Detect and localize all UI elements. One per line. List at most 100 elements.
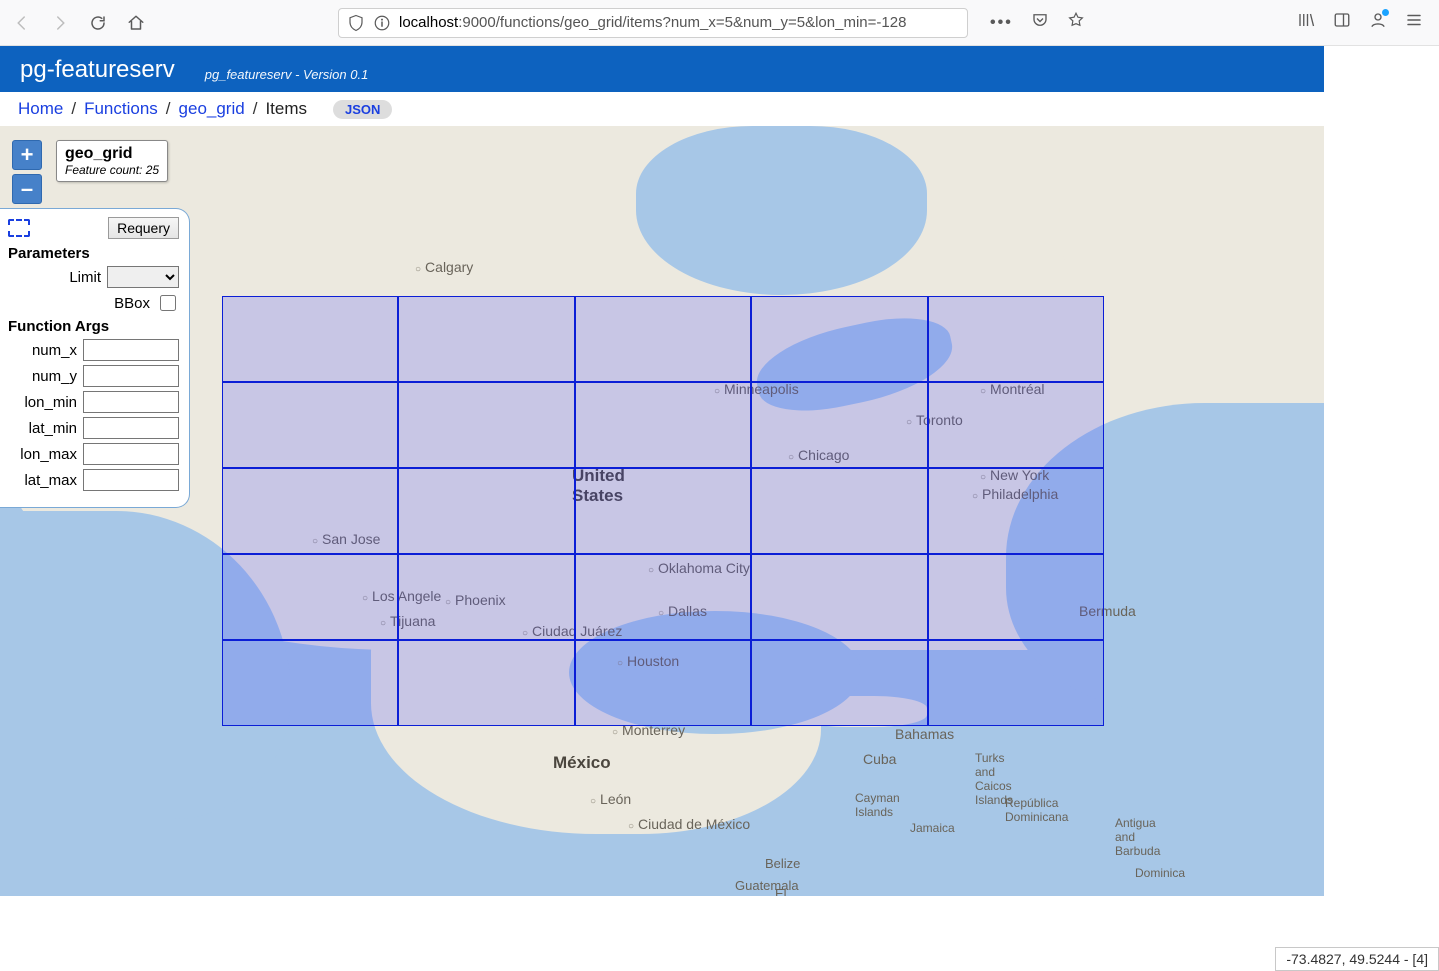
params-panel: Requery Parameters Limit BBox Function A…	[0, 208, 190, 508]
grid-cell[interactable]	[398, 640, 574, 726]
city-label: Calgary	[415, 259, 473, 275]
app-header: pg-featureserv pg_featureserv - Version …	[0, 46, 1439, 92]
layer-info-box: geo_grid Feature count: 25	[56, 140, 168, 182]
sidebar-icon[interactable]	[1333, 11, 1351, 34]
crumb-functions[interactable]: Functions	[84, 99, 158, 119]
grid-cell[interactable]	[751, 382, 927, 468]
arg-input-lon_max[interactable]	[83, 443, 179, 465]
right-margin	[1324, 46, 1439, 971]
city-label: Belize	[765, 856, 800, 871]
browser-toolbar: localhost:9000/functions/geo_grid/items?…	[0, 0, 1439, 46]
arg-input-lat_min[interactable]	[83, 417, 179, 439]
site-info-icon[interactable]	[373, 14, 391, 32]
grid-cell[interactable]	[398, 468, 574, 554]
crumb-current: Items	[265, 99, 307, 119]
grid-cell[interactable]	[398, 554, 574, 640]
grid-cell[interactable]	[928, 296, 1104, 382]
arg-input-lat_max[interactable]	[83, 469, 179, 491]
country-label: México	[553, 753, 611, 773]
arg-label-num_x: num_x	[32, 342, 77, 359]
grid-cell[interactable]	[575, 296, 751, 382]
arg-input-num_y[interactable]	[83, 365, 179, 387]
limit-label: Limit	[69, 269, 101, 286]
pocket-icon[interactable]	[1031, 11, 1049, 34]
layer-name: geo_grid	[65, 145, 159, 163]
city-label: Dominica	[1135, 866, 1185, 880]
grid-cell[interactable]	[575, 382, 751, 468]
zoom-control: + –	[12, 140, 44, 208]
grid-cell[interactable]	[575, 640, 751, 726]
city-label: Antigua and Barbuda	[1115, 816, 1160, 858]
water	[636, 126, 927, 295]
account-icon[interactable]	[1369, 11, 1387, 34]
function-args-heading: Function Args	[8, 318, 179, 335]
city-label: Bahamas	[895, 726, 954, 742]
grid-cell[interactable]	[928, 468, 1104, 554]
grid-cell[interactable]	[928, 382, 1104, 468]
grid-cell[interactable]	[751, 468, 927, 554]
city-label: El	[775, 886, 787, 896]
grid-cell[interactable]	[751, 296, 927, 382]
city-label: República Dominicana	[1005, 796, 1068, 824]
city-label: Guatemala	[735, 878, 799, 893]
app-subtitle: pg_featureserv - Version 0.1	[205, 67, 369, 84]
browser-right-icons: •••	[982, 11, 1431, 34]
crumb-sep: /	[71, 99, 76, 119]
url-host: localhost	[399, 14, 458, 31]
parameters-heading: Parameters	[8, 245, 179, 262]
home-button[interactable]	[122, 9, 150, 37]
grid-cell[interactable]	[222, 296, 398, 382]
arg-label-num_y: num_y	[32, 368, 77, 385]
city-label: Cayman Islands	[855, 791, 900, 819]
zoom-in-button[interactable]: +	[12, 140, 42, 170]
url-bar[interactable]: localhost:9000/functions/geo_grid/items?…	[338, 8, 968, 38]
arg-label-lat_max: lat_max	[24, 472, 77, 489]
grid-overlay	[222, 296, 1104, 726]
breadcrumb: Home / Functions / geo_grid / Items JSON	[0, 92, 1439, 126]
map-view[interactable]: Calgary Minneapolis Montréal Toronto Chi…	[0, 126, 1324, 896]
url-path: :9000/functions/geo_grid/items?num_x=5&n…	[458, 14, 906, 31]
arg-label-lon_max: lon_max	[20, 446, 77, 463]
crumb-function[interactable]: geo_grid	[179, 99, 245, 119]
grid-cell[interactable]	[398, 382, 574, 468]
reload-button[interactable]	[84, 9, 112, 37]
arg-input-num_x[interactable]	[83, 339, 179, 361]
back-button[interactable]	[8, 9, 36, 37]
crumb-sep: /	[253, 99, 258, 119]
grid-cell[interactable]	[222, 468, 398, 554]
forward-button[interactable]	[46, 9, 74, 37]
grid-cell[interactable]	[222, 554, 398, 640]
bbox-checkbox[interactable]	[160, 295, 176, 311]
library-icon[interactable]	[1297, 11, 1315, 34]
grid-cell[interactable]	[751, 554, 927, 640]
page-actions-icon[interactable]: •••	[990, 14, 1013, 32]
city-label: Jamaica	[910, 821, 955, 835]
grid-cell[interactable]	[222, 382, 398, 468]
tracking-shield-icon[interactable]	[347, 14, 365, 32]
grid-cell[interactable]	[222, 640, 398, 726]
grid-cell[interactable]	[928, 554, 1104, 640]
city-label: Cuba	[863, 751, 896, 767]
arg-input-lon_min[interactable]	[83, 391, 179, 413]
crumb-home[interactable]: Home	[18, 99, 63, 119]
grid-cell[interactable]	[751, 640, 927, 726]
arg-label-lon_min: lon_min	[24, 394, 77, 411]
app-menu-icon[interactable]	[1405, 11, 1423, 34]
city-label: León	[590, 791, 631, 807]
grid-cell[interactable]	[575, 554, 751, 640]
grid-cell[interactable]	[928, 640, 1104, 726]
bbox-draw-icon[interactable]	[8, 219, 30, 237]
arg-label-lat_min: lat_min	[29, 420, 77, 437]
bbox-label: BBox	[114, 295, 150, 312]
bookmark-star-icon[interactable]	[1067, 11, 1085, 34]
app-title: pg-featureserv	[20, 56, 175, 84]
json-link-pill[interactable]: JSON	[333, 100, 392, 119]
grid-cell[interactable]	[575, 468, 751, 554]
city-label: Ciudad de México	[628, 816, 750, 832]
grid-cell[interactable]	[398, 296, 574, 382]
requery-button[interactable]: Requery	[108, 217, 179, 239]
url-text: localhost:9000/functions/geo_grid/items?…	[399, 14, 959, 31]
zoom-out-button[interactable]: –	[12, 174, 42, 204]
limit-select[interactable]	[107, 266, 179, 288]
feature-count: Feature count: 25	[65, 163, 159, 177]
